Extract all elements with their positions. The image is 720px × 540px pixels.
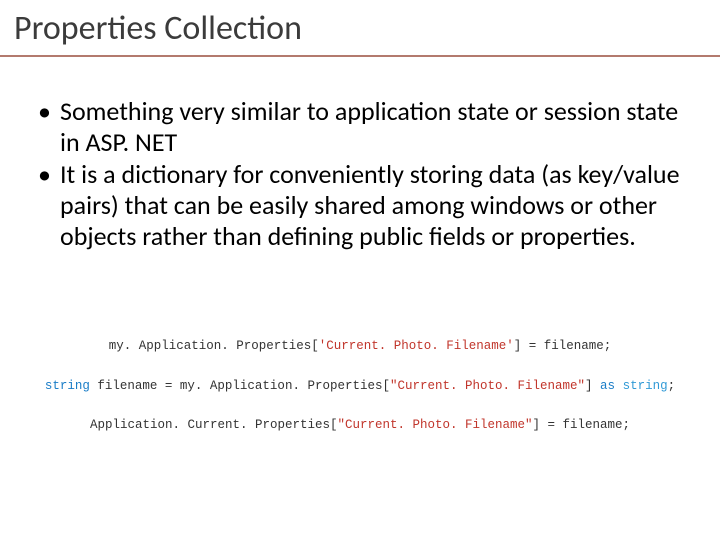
code-text: ] [585,379,600,393]
slide: Properties Collection Something very sim… [0,0,720,540]
bullet-item: It is a dictionary for conveniently stor… [34,159,686,251]
code-string: 'Current. Photo. Filename' [319,339,514,353]
code-text: filename = my. Application. Properties[ [90,379,390,393]
title-area: Properties Collection [0,0,720,57]
code-string: "Current. Photo. Filename" [390,379,585,393]
code-string: "Current. Photo. Filename" [337,418,532,432]
body-area: Something very similar to application st… [34,96,686,253]
code-type: string [623,379,668,393]
code-text: ] = filename; [514,339,612,353]
code-keyword: as [600,379,615,393]
code-keyword: string [45,379,90,393]
code-text: Application. Current. Properties[ [90,418,338,432]
code-line-3: Application. Current. Properties["Curren… [0,417,720,435]
code-text: ] = filename; [533,418,631,432]
code-line-1: my. Application. Properties['Current. Ph… [0,338,720,356]
code-line-2: string filename = my. Application. Prope… [0,378,720,396]
slide-title: Properties Collection [14,10,706,47]
code-text [615,379,623,393]
code-text: ; [668,379,676,393]
bullet-item: Something very similar to application st… [34,96,686,157]
code-area: my. Application. Properties['Current. Ph… [0,338,720,457]
bullet-list: Something very similar to application st… [34,96,686,251]
code-text: my. Application. Properties[ [109,339,319,353]
